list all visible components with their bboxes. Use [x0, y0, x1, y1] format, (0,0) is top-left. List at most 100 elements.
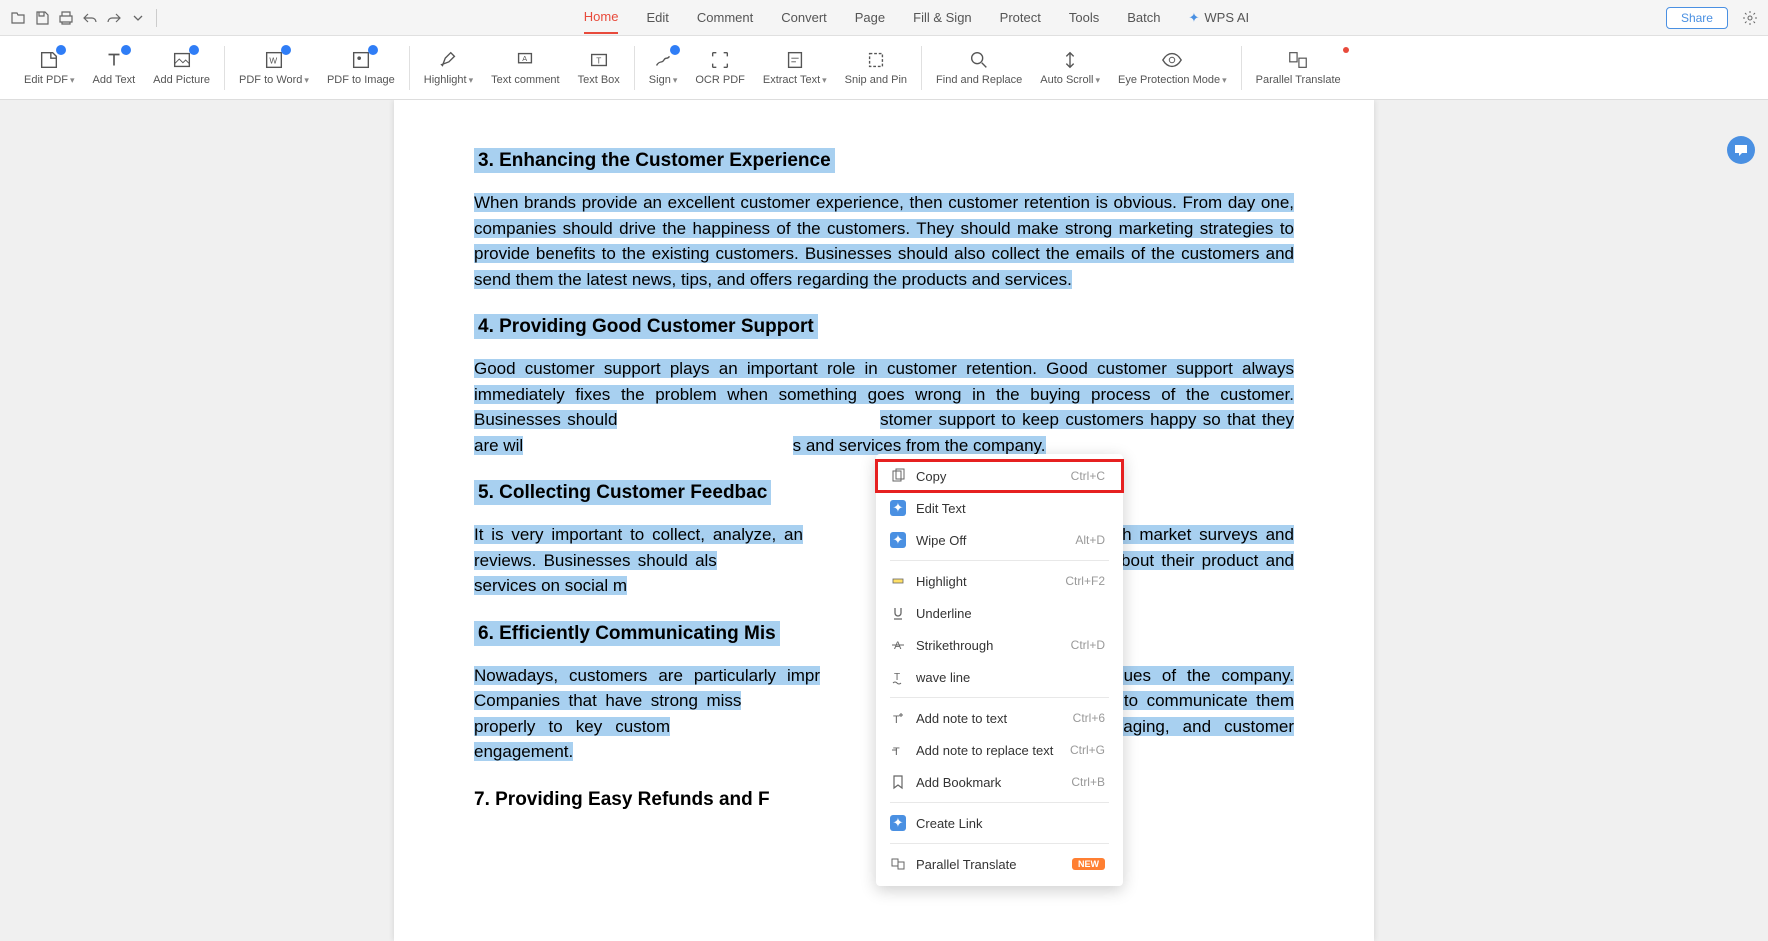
ctx-strikethrough-label: Strikethrough [916, 638, 1061, 653]
title-divider [156, 9, 157, 27]
share-button[interactable]: Share [1666, 7, 1728, 29]
bookmark-icon [890, 774, 906, 790]
sign-icon [652, 49, 674, 71]
ctx-separator [890, 560, 1109, 561]
tab-batch[interactable]: Batch [1127, 2, 1160, 33]
print-icon[interactable] [58, 10, 74, 26]
ocrpdf-button[interactable]: OCR PDF [695, 49, 745, 86]
ribbon-toolbar: Edit PDF▾ Add Text Add Picture W PDF to … [0, 36, 1768, 100]
paralleltranslate-button[interactable]: Parallel Translate [1256, 49, 1341, 86]
createlink-icon: ✦ [890, 815, 906, 831]
tab-wpsai[interactable]: ✦ WPS AI [1188, 2, 1249, 34]
title-quick-icons [10, 10, 146, 26]
ctx-paralleltranslate[interactable]: Parallel Translate NEW [876, 848, 1123, 880]
tab-comment[interactable]: Comment [697, 2, 753, 33]
ctx-strikethrough[interactable]: A Strikethrough Ctrl+D [876, 629, 1123, 661]
tab-convert[interactable]: Convert [781, 2, 827, 33]
edittext-icon: ✦ [890, 500, 906, 516]
title-right: Share [1666, 7, 1758, 29]
tab-tools[interactable]: Tools [1069, 2, 1099, 33]
editpdf-label: Edit PDF▾ [24, 74, 75, 86]
ctx-edittext-label: Edit Text [916, 501, 1105, 516]
ctx-addnote[interactable]: T Add note to text Ctrl+6 [876, 702, 1123, 734]
sign-button[interactable]: Sign▾ [649, 49, 678, 86]
extracttext-icon [784, 49, 806, 71]
autoscroll-label: Auto Scroll▾ [1040, 74, 1100, 86]
autoscroll-button[interactable]: Auto Scroll▾ [1040, 49, 1100, 86]
paragraph-3: When brands provide an excellent custome… [474, 190, 1294, 292]
snippin-icon [865, 49, 887, 71]
extracttext-label: Extract Text▾ [763, 74, 827, 86]
ctx-addnote-shortcut: Ctrl+6 [1073, 711, 1105, 725]
ctx-underline-label: Underline [916, 606, 1105, 621]
ctx-highlight[interactable]: Highlight Ctrl+F2 [876, 565, 1123, 597]
ai-assistant-bubble[interactable] [1727, 136, 1755, 164]
eyeprotect-button[interactable]: Eye Protection Mode▾ [1118, 49, 1227, 86]
addtext-button[interactable]: Add Text [93, 49, 136, 86]
context-menu: Copy Ctrl+C ✦ Edit Text ✦ Wipe Off Alt+D… [876, 454, 1123, 886]
ctx-waveline-label: wave line [916, 670, 1105, 685]
ocrpdf-label: OCR PDF [695, 74, 745, 86]
waveline-icon: T [890, 669, 906, 685]
ctx-highlight-label: Highlight [916, 574, 1055, 589]
tab-fillsign[interactable]: Fill & Sign [913, 2, 972, 33]
pdftoimage-icon [350, 49, 372, 71]
open-icon[interactable] [10, 10, 26, 26]
editpdf-icon [38, 49, 60, 71]
title-bar: Home Edit Comment Convert Page Fill & Si… [0, 0, 1768, 36]
snippin-label: Snip and Pin [845, 74, 907, 86]
textbox-label: Text Box [578, 74, 620, 86]
textbox-button[interactable]: T Text Box [578, 49, 620, 86]
tab-page[interactable]: Page [855, 2, 885, 33]
addpicture-label: Add Picture [153, 74, 210, 86]
tab-edit[interactable]: Edit [646, 2, 668, 33]
ctx-createlink[interactable]: ✦ Create Link [876, 807, 1123, 839]
translate-icon [890, 856, 906, 872]
svg-text:T: T [893, 746, 900, 758]
ctx-separator [890, 802, 1109, 803]
ctx-addbookmark[interactable]: Add Bookmark Ctrl+B [876, 766, 1123, 798]
ctx-waveline[interactable]: T wave line [876, 661, 1123, 693]
addnote-icon: T [890, 710, 906, 726]
undo-icon[interactable] [82, 10, 98, 26]
ctx-wipeoff[interactable]: ✦ Wipe Off Alt+D [876, 524, 1123, 556]
redo-icon[interactable] [106, 10, 122, 26]
ctx-copy[interactable]: Copy Ctrl+C [876, 460, 1123, 492]
highlight-button[interactable]: Highlight▾ [424, 49, 473, 86]
notification-dot-icon [1343, 47, 1349, 53]
pdftoword-button[interactable]: W PDF to Word▾ [239, 49, 309, 86]
sign-label: Sign▾ [649, 74, 678, 86]
svg-text:T: T [596, 57, 601, 66]
tab-home[interactable]: Home [584, 1, 619, 34]
ctx-addnotereplace-shortcut: Ctrl+G [1070, 743, 1105, 757]
svg-text:W: W [269, 57, 277, 66]
ctx-wipeoff-shortcut: Alt+D [1075, 533, 1105, 547]
findreplace-label: Find and Replace [936, 74, 1022, 86]
more-dropdown-icon[interactable] [130, 10, 146, 26]
svg-text:A: A [894, 640, 902, 652]
heading-3: 3. Enhancing the Customer Experience [474, 150, 1294, 172]
editpdf-button[interactable]: Edit PDF▾ [24, 49, 75, 86]
highlight-label: Highlight▾ [424, 74, 473, 86]
ctx-underline[interactable]: Underline [876, 597, 1123, 629]
menu-tabs: Home Edit Comment Convert Page Fill & Si… [584, 1, 1249, 34]
ctx-createlink-label: Create Link [916, 816, 1105, 831]
addtext-icon [103, 49, 125, 71]
settings-icon[interactable] [1742, 10, 1758, 26]
ribbon-group-tools: Sign▾ OCR PDF Extract Text▾ Snip and Pin [635, 36, 921, 99]
ctx-addnotereplace[interactable]: T Add note to replace text Ctrl+G [876, 734, 1123, 766]
findreplace-button[interactable]: Find and Replace [936, 49, 1022, 86]
ctx-edittext[interactable]: ✦ Edit Text [876, 492, 1123, 524]
wipeoff-icon: ✦ [890, 532, 906, 548]
pdftoimage-button[interactable]: PDF to Image [327, 49, 395, 86]
extracttext-button[interactable]: Extract Text▾ [763, 49, 827, 86]
snippin-button[interactable]: Snip and Pin [845, 49, 907, 86]
ribbon-group-view: Find and Replace Auto Scroll▾ Eye Protec… [922, 36, 1241, 99]
save-icon[interactable] [34, 10, 50, 26]
ribbon-group-annotate: Highlight▾ A Text comment T Text Box [410, 36, 634, 99]
tab-protect[interactable]: Protect [1000, 2, 1041, 33]
textcomment-button[interactable]: A Text comment [491, 49, 559, 86]
addnotereplace-icon: T [890, 742, 906, 758]
ribbon-group-convert: W PDF to Word▾ PDF to Image [225, 36, 409, 99]
addpicture-button[interactable]: Add Picture [153, 49, 210, 86]
